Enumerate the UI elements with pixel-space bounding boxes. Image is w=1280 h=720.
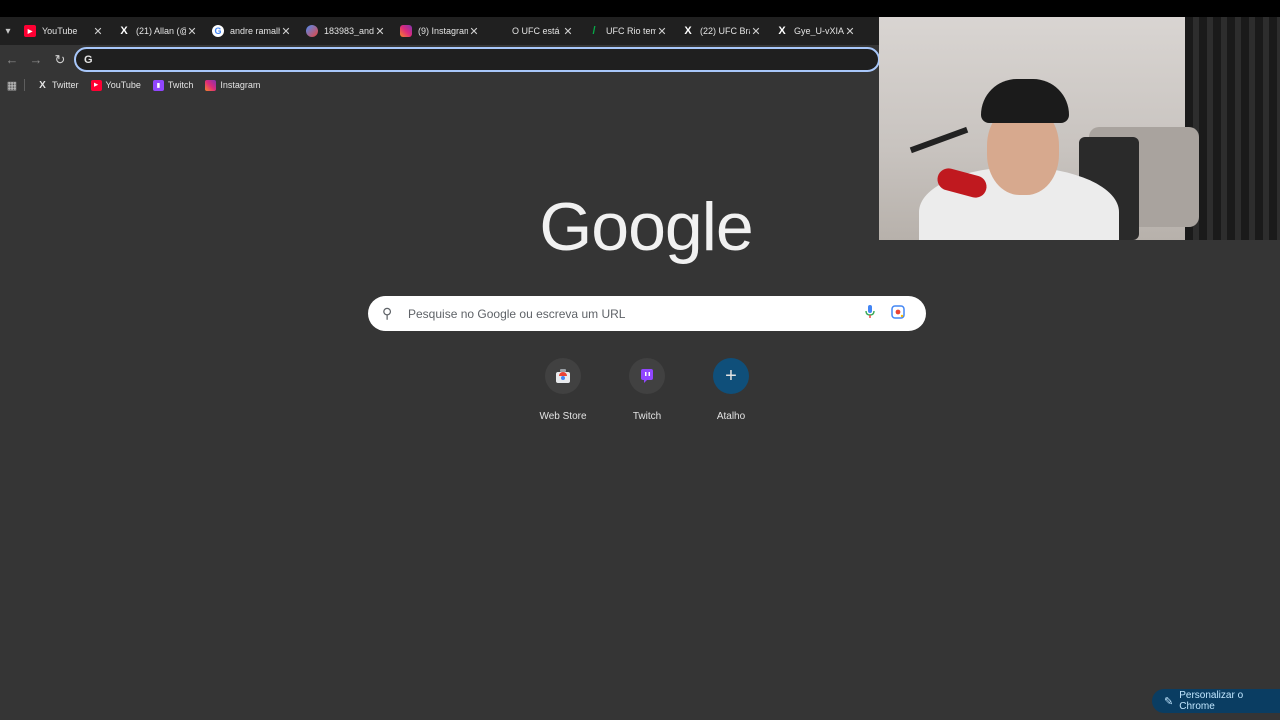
bookmark-label: YouTube (105, 80, 141, 90)
tab-ufc-rio[interactable]: / UFC Rio tem ✕ (580, 18, 674, 44)
pencil-icon: ✎ (1164, 695, 1174, 708)
x-icon: X (39, 79, 46, 91)
tab-gemini[interactable]: 183983_andr ✕ (298, 18, 392, 44)
back-arrow-icon[interactable]: ← (0, 48, 24, 72)
bookmarks-divider (24, 79, 25, 91)
google-icon: G (212, 25, 224, 37)
shortcut-add[interactable]: + Atalho (689, 356, 773, 422)
close-icon[interactable]: ✕ (468, 25, 480, 38)
webcam-mic-arm (909, 126, 969, 154)
bookmark-twitter[interactable]: X Twitter (37, 79, 79, 91)
bookmark-label: Twitch (167, 80, 194, 90)
tab-youtube[interactable]: ▶ YouTube ✕ (16, 18, 110, 44)
bookmark-instagram[interactable]: Instagram (205, 79, 261, 91)
search-icon: ⚲ (382, 305, 393, 321)
forward-arrow-icon[interactable]: → (24, 48, 48, 72)
search-input[interactable]: Pesquise no Google ou escreva um URL (406, 307, 856, 321)
twitch-icon (629, 358, 665, 394)
webcam-person-cap (981, 79, 1069, 123)
shortcut-label: Twitch (632, 411, 662, 422)
apps-grid-icon[interactable]: ▦ (0, 79, 24, 92)
instagram-icon (205, 79, 217, 91)
close-icon[interactable]: ✕ (280, 25, 292, 38)
close-icon[interactable]: ✕ (750, 25, 762, 38)
shortcuts: Web Store Twitch + Atalho (521, 356, 773, 422)
web-store-icon (545, 358, 581, 394)
x-icon: X (120, 25, 128, 37)
google-lens-icon[interactable] (884, 305, 912, 322)
address-bar[interactable]: G (74, 47, 880, 72)
tab-title: O UFC está d (512, 26, 562, 36)
blank-page-icon (494, 25, 506, 37)
reload-icon[interactable]: ↻ (48, 48, 72, 72)
webcam-overlay (879, 17, 1280, 240)
bookmark-label: Instagram (220, 80, 261, 90)
google-icon: G (84, 53, 93, 66)
tab-search-button[interactable]: ▾ (0, 17, 16, 45)
bookmark-label: Twitter (52, 80, 79, 90)
microphone-icon[interactable] (856, 305, 884, 322)
tab-title: (9) Instagram (418, 26, 468, 36)
tab-title: (22) UFC Bra (700, 26, 750, 36)
tab-title: (21) Allan (@ (136, 26, 186, 36)
shortcut-label: Web Store (539, 411, 587, 422)
search-box[interactable]: ⚲ Pesquise no Google ou escreva um URL (368, 296, 926, 331)
close-icon[interactable]: ✕ (656, 25, 668, 38)
customize-chrome-button[interactable]: ✎ Personalizar o Chrome (1152, 689, 1280, 713)
ge-icon: / (592, 25, 596, 37)
close-icon[interactable]: ✕ (844, 25, 856, 38)
tab-x-ufc[interactable]: X (22) UFC Bra ✕ (674, 18, 768, 44)
tab-instagram[interactable]: (9) Instagram ✕ (392, 18, 486, 44)
x-icon: X (684, 25, 692, 37)
bookmark-youtube[interactable]: ▶ YouTube (90, 79, 141, 91)
tab-google-search[interactable]: G andre ramalh ✕ (204, 18, 298, 44)
gemini-icon (306, 25, 318, 37)
shortcut-twitch[interactable]: Twitch (605, 356, 689, 422)
tab-x-image[interactable]: X Gye_U-vXIAA ✕ (768, 18, 862, 44)
shortcut-label: Atalho (716, 411, 746, 422)
x-icon: X (778, 25, 786, 37)
top-black-bar (0, 0, 1280, 17)
tab-x-allan[interactable]: X (21) Allan (@ ✕ (110, 18, 204, 44)
plus-icon: + (713, 358, 749, 394)
close-icon[interactable]: ✕ (374, 25, 386, 38)
close-icon[interactable]: ✕ (562, 25, 574, 38)
close-icon[interactable]: ✕ (186, 25, 198, 38)
instagram-icon (400, 25, 412, 37)
tab-title: Gye_U-vXIAA (794, 26, 844, 36)
close-icon[interactable]: ✕ (92, 25, 104, 38)
tab-title: UFC Rio tem (606, 26, 656, 36)
youtube-icon: ▶ (90, 79, 102, 91)
shortcut-web-store[interactable]: Web Store (521, 356, 605, 422)
tab-title: 183983_andr (324, 26, 374, 36)
tab-title: YouTube (42, 26, 78, 36)
tab-ufc-news[interactable]: O UFC está d ✕ (486, 18, 580, 44)
tab-title: andre ramalh (230, 26, 280, 36)
customize-label: Personalizar o Chrome (1179, 690, 1244, 712)
webcam-background-wall (1185, 17, 1280, 240)
youtube-icon: ▶ (24, 25, 36, 37)
bookmark-twitch[interactable]: ▮ Twitch (152, 79, 194, 91)
twitch-icon: ▮ (152, 79, 164, 91)
